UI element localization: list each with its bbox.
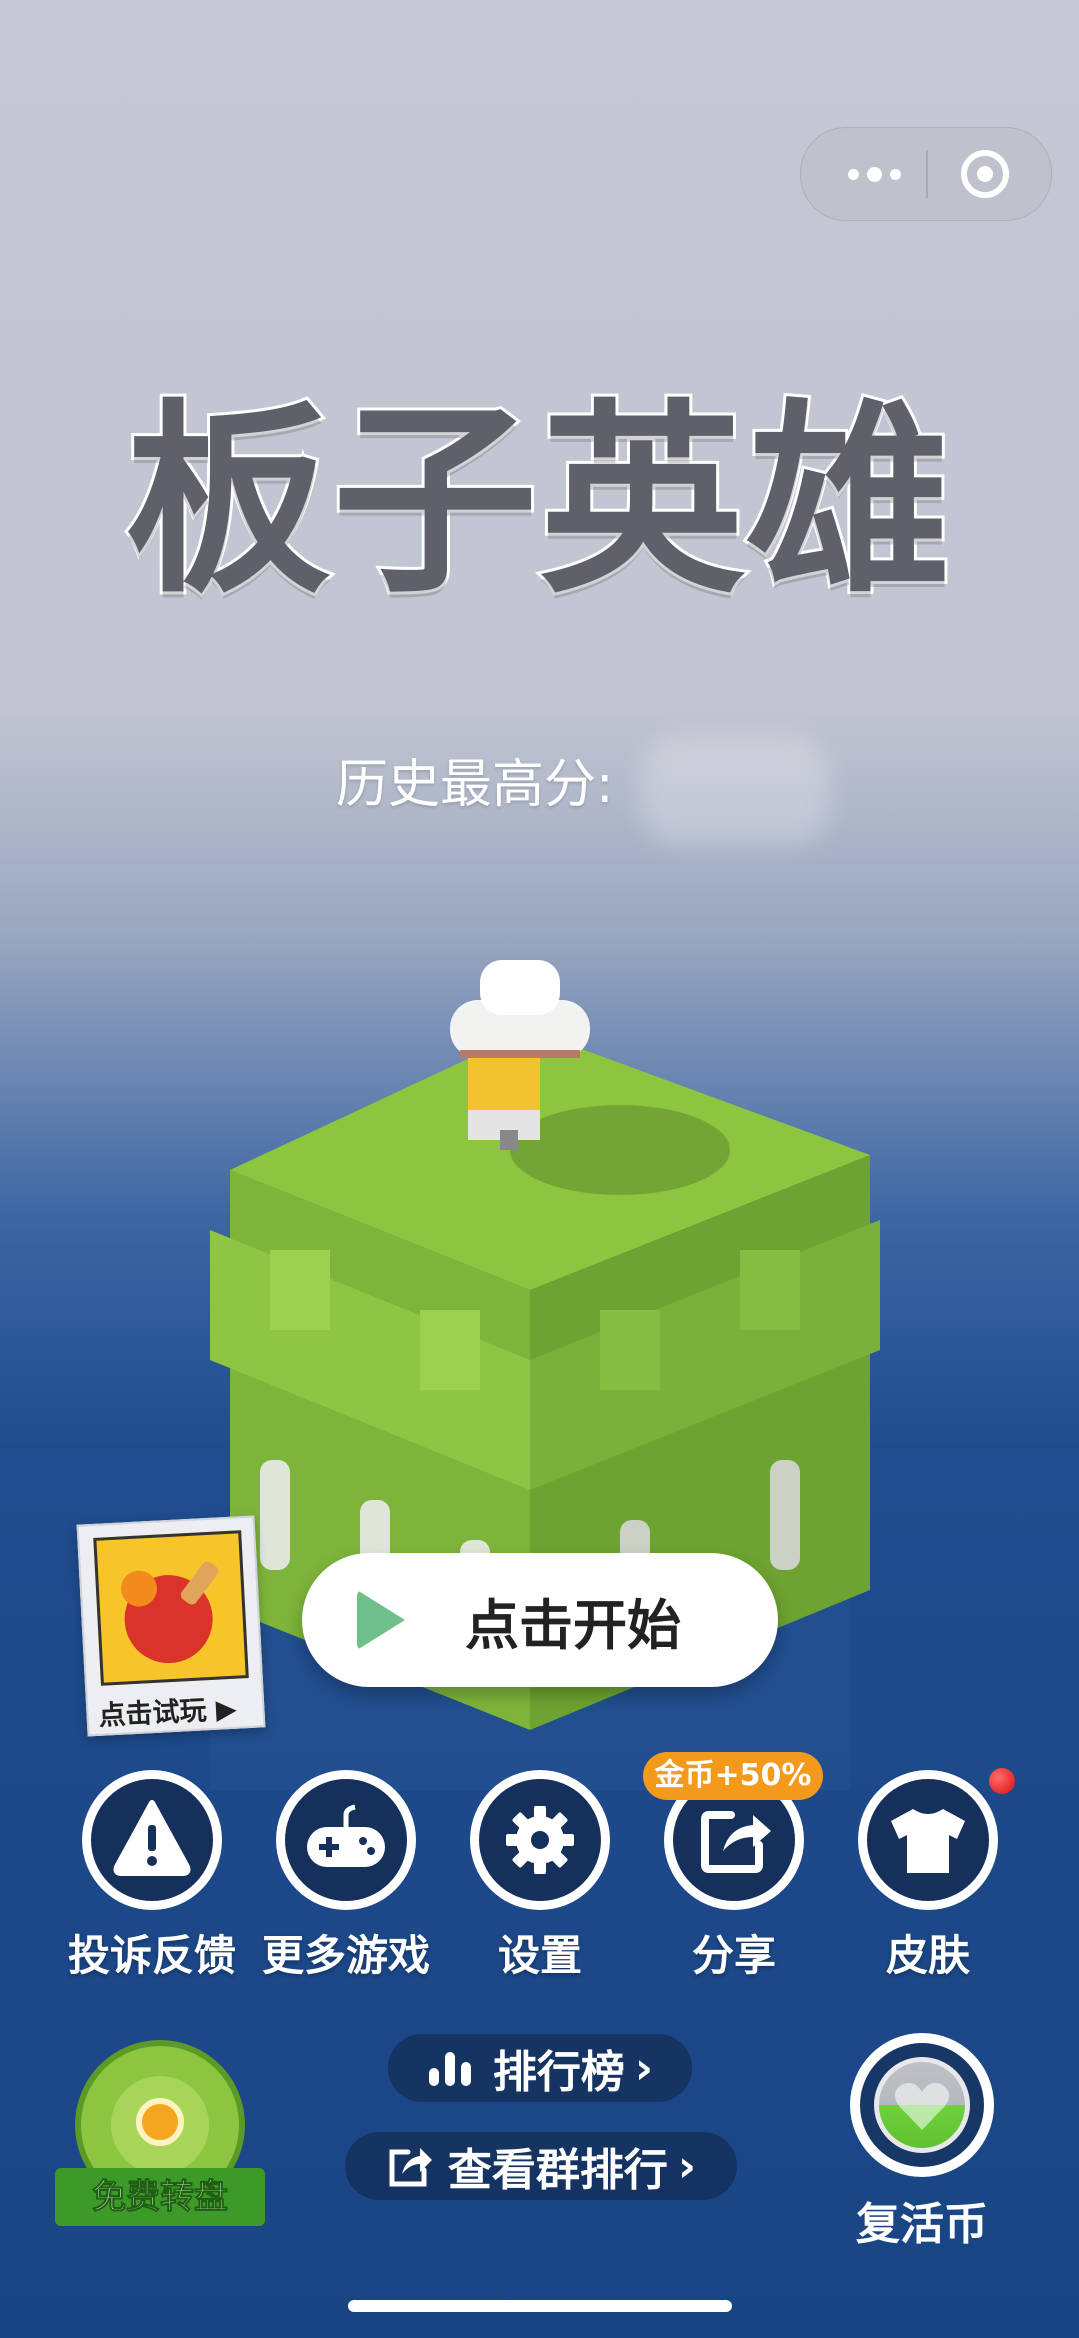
- leaderboard-button[interactable]: 排行榜 ›: [388, 2034, 692, 2102]
- start-button[interactable]: 点击开始: [302, 1553, 778, 1687]
- more-games-label: 更多游戏: [261, 1931, 430, 1980]
- revive-coin-button[interactable]: [850, 2033, 994, 2177]
- more-dots-icon[interactable]: [839, 128, 909, 220]
- bar-chart-icon: [428, 2052, 471, 2086]
- chevron-right-icon: ›: [677, 2140, 697, 2192]
- game-title: 板子英雄: [123, 383, 955, 621]
- target-close-icon[interactable]: [961, 150, 1009, 198]
- character-shadow: [510, 1105, 730, 1195]
- skin-label: 皮肤: [885, 1931, 970, 1980]
- settings-label: 设置: [497, 1931, 582, 1980]
- arch-window: [770, 1460, 800, 1570]
- heart-coin-icon: [874, 2057, 970, 2153]
- start-label: 点击开始: [465, 1593, 681, 1657]
- free-wheel-label[interactable]: 免费转盘: [55, 2168, 265, 2226]
- trial-label: 点击试玩 ▶: [97, 1693, 238, 1732]
- group-rank-label: 查看群排行: [447, 2145, 668, 2196]
- trial-game-card[interactable]: 点击试玩 ▶: [76, 1515, 266, 1737]
- leaderboard-label: 排行榜: [492, 2047, 625, 2098]
- settings-button[interactable]: [470, 1770, 610, 1910]
- gear-icon: [506, 1806, 574, 1874]
- mini-program-capsule: [800, 127, 1052, 221]
- notification-dot: [989, 1768, 1015, 1794]
- warning-icon: [113, 1800, 191, 1876]
- share-label: 分享: [691, 1931, 776, 1980]
- play-icon: [357, 1590, 405, 1650]
- arch-window: [260, 1460, 290, 1570]
- capsule-divider: [926, 150, 928, 198]
- ping-pong-paddle-icon: [93, 1530, 249, 1686]
- share-icon: [389, 2148, 432, 2187]
- more-games-button[interactable]: [276, 1770, 416, 1910]
- feedback-button[interactable]: [82, 1770, 222, 1910]
- chevron-right-icon: ›: [634, 2042, 654, 2094]
- best-score-value-blurred: [640, 735, 830, 845]
- coin-bonus-badge: 金币+50%: [643, 1752, 823, 1800]
- revive-coin-label: 复活币: [856, 2199, 988, 2250]
- group-rank-button[interactable]: 查看群排行 ›: [345, 2132, 737, 2200]
- best-score-label: 历史最高分:: [336, 755, 614, 815]
- tshirt-icon: [891, 1809, 965, 1873]
- home-indicator: [348, 2300, 732, 2312]
- skin-button[interactable]: [858, 1770, 998, 1910]
- gamepad-icon: [307, 1804, 385, 1867]
- wheel-knob: [136, 2098, 184, 2146]
- feedback-label: 投诉反馈: [67, 1931, 236, 1980]
